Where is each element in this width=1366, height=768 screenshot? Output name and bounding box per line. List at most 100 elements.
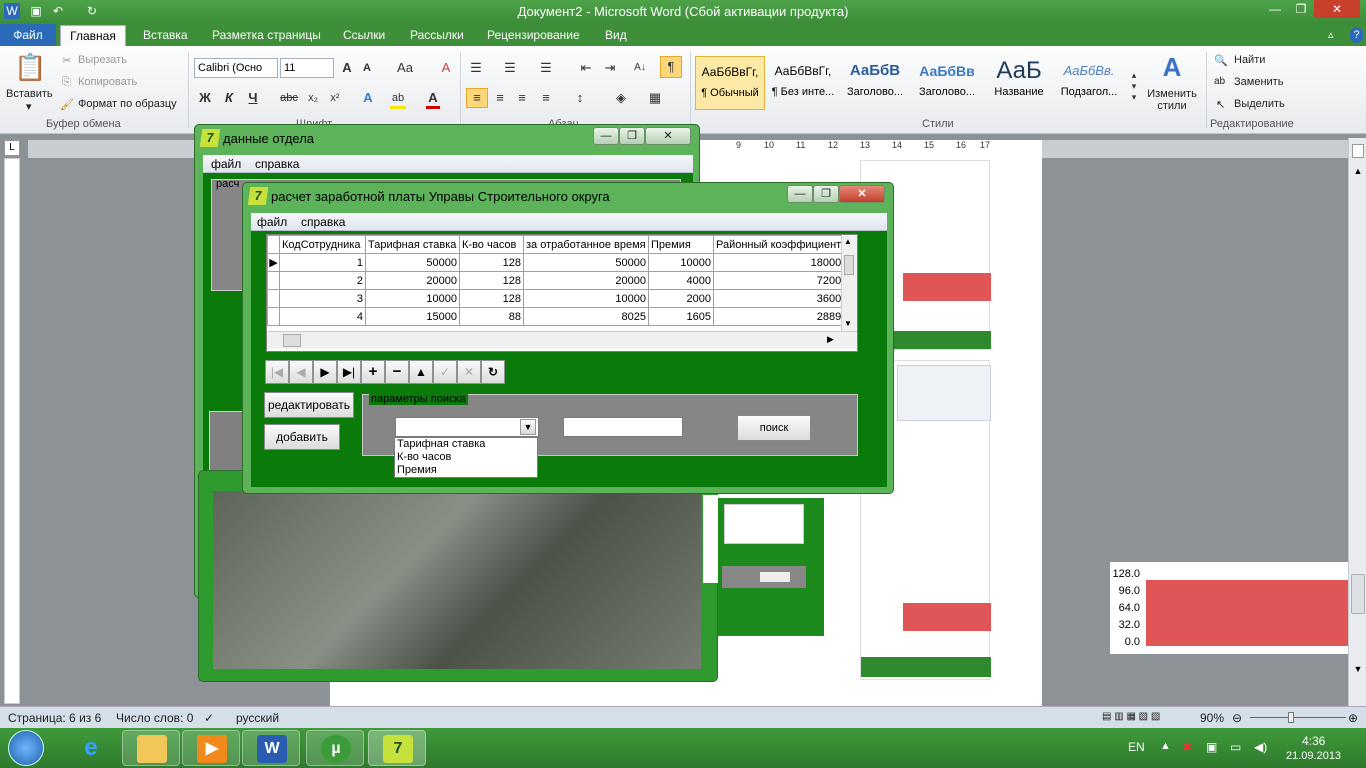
ruler-toggle-icon[interactable] <box>1352 144 1364 158</box>
salary-data-grid[interactable]: КодСотрудника Тарифная ставка К-во часов… <box>266 234 858 352</box>
paste-button[interactable]: Вставить <box>6 88 53 100</box>
language-status[interactable]: русский <box>236 711 279 725</box>
scroll-down-icon[interactable]: ▼ <box>844 319 852 328</box>
format-painter-button[interactable]: Формат по образцу <box>78 98 177 110</box>
bullets-icon[interactable]: ☰ <box>468 60 484 76</box>
table-cell[interactable]: 3600 <box>712 289 845 308</box>
show-marks-icon[interactable]: ¶ <box>660 56 682 78</box>
table-cell[interactable]: 20000 <box>523 271 649 290</box>
scroll-down-icon[interactable]: ▼ <box>1351 664 1365 674</box>
shading-icon[interactable]: ◈ <box>612 90 630 106</box>
table-cell[interactable]: 128 <box>459 271 524 290</box>
word-count[interactable]: Число слов: 0 <box>116 711 193 725</box>
taskbar-word[interactable]: W <box>242 730 300 766</box>
style-subtitle[interactable]: АаБбВв. Подзагол... <box>1054 56 1124 110</box>
volume-icon[interactable]: ◀) <box>1254 740 1267 754</box>
tab-insert[interactable]: Вставка <box>143 27 188 43</box>
search-text-input[interactable] <box>563 417 683 437</box>
superscript-icon[interactable]: x² <box>328 90 342 106</box>
col-header-hours[interactable]: К-во часов <box>459 235 524 254</box>
table-cell[interactable]: 1 <box>279 253 366 272</box>
nav-refresh-button[interactable]: ↻ <box>481 360 505 384</box>
table-cell[interactable]: 88 <box>459 307 524 326</box>
keyboard-language[interactable]: EN <box>1128 740 1145 754</box>
photo-window[interactable] <box>198 470 809 682</box>
grid-vertical-scrollbar[interactable]: ▲ ▼ <box>841 235 857 331</box>
zoom-level[interactable]: 90% <box>1200 711 1224 725</box>
table-cell[interactable]: 4 <box>279 307 366 326</box>
change-styles-button[interactable]: Изменить стили <box>1144 88 1200 112</box>
dropdown-option[interactable]: К-во часов <box>395 451 537 464</box>
table-cell[interactable]: 2889 <box>712 307 845 326</box>
table-cell[interactable]: 18000 <box>712 253 845 272</box>
table-cell[interactable]: 3 <box>279 289 366 308</box>
paste-dropdown-icon[interactable]: ▾ <box>26 100 32 113</box>
search-button[interactable]: поиск <box>737 415 811 441</box>
clear-format-icon[interactable]: A <box>436 60 456 76</box>
col-header-employee-id[interactable]: КодСотрудника <box>279 235 366 254</box>
change-styles-icon[interactable]: A <box>1158 52 1186 82</box>
page-count[interactable]: Страница: 6 из 6 <box>8 711 101 725</box>
table-cell[interactable]: 1605 <box>648 307 714 326</box>
edit-button[interactable]: редактировать <box>264 392 354 418</box>
styles-scroll-icon[interactable]: ▴ ▾ ▾ <box>1128 70 1140 103</box>
table-cell[interactable]: 4000 <box>648 271 714 290</box>
power-icon[interactable]: ▭ <box>1230 740 1241 754</box>
style-heading-1[interactable]: АаБбВ Заголово... <box>840 56 910 110</box>
vertical-scrollbar[interactable]: ▲ ▼ <box>1348 138 1366 706</box>
table-cell[interactable]: 10000 <box>365 289 460 308</box>
align-right-icon[interactable]: ≡ <box>514 90 530 106</box>
clock-time[interactable]: 4:36 <box>1302 734 1325 748</box>
nav-cancel-button[interactable]: ✕ <box>457 360 481 384</box>
maximize-button[interactable]: ❐ <box>1288 0 1314 18</box>
row-indicator-icon[interactable]: ▶ <box>267 253 280 272</box>
nav-next-button[interactable]: ▶ <box>313 360 337 384</box>
line-spacing-icon[interactable]: ↕ <box>570 90 590 106</box>
help-icon[interactable]: ? <box>1350 27 1363 43</box>
col-header-regional-coefficient[interactable]: Районный коэффициент <box>712 235 845 254</box>
style-normal[interactable]: АаБбВвГг, ¶ Обычный <box>695 56 765 110</box>
sort-icon[interactable]: А↓ <box>632 60 648 76</box>
close-button[interactable]: ✕ <box>1314 0 1360 18</box>
nav-post-button[interactable]: ✓ <box>433 360 457 384</box>
cut-icon[interactable]: ✂ <box>62 54 71 67</box>
dept-menu-file[interactable]: файл <box>211 157 241 171</box>
ribbon-minimize-icon[interactable]: ▵ <box>1328 27 1334 43</box>
change-case-icon[interactable]: Aa <box>394 60 416 76</box>
font-color-icon[interactable]: A <box>426 90 440 109</box>
find-button[interactable]: Найти <box>1234 54 1265 66</box>
underline-icon[interactable]: Ч <box>246 90 260 106</box>
salary-menu-file[interactable]: файл <box>257 215 287 229</box>
highlight-icon[interactable]: ab <box>390 90 406 109</box>
col-header-tariff-rate[interactable]: Тарифная ставка <box>365 235 460 254</box>
table-cell[interactable]: 2 <box>279 271 366 290</box>
scroll-thumb[interactable] <box>844 255 854 275</box>
font-size-combo[interactable]: 11 <box>280 58 334 78</box>
nav-prior-button[interactable]: ◀ <box>289 360 313 384</box>
taskbar-explorer[interactable] <box>122 730 180 766</box>
nav-insert-button[interactable]: + <box>361 360 385 384</box>
tab-mailings[interactable]: Рассылки <box>410 27 464 43</box>
dept-minimize-button[interactable]: — <box>593 127 619 145</box>
start-button[interactable] <box>8 730 44 766</box>
taskbar-media[interactable]: ▶ <box>182 730 240 766</box>
font-name-combo[interactable]: Calibri (Осно <box>194 58 278 78</box>
select-icon[interactable]: ↖ <box>1216 98 1225 111</box>
decrease-indent-icon[interactable]: ⇤ <box>578 60 594 76</box>
scroll-thumb[interactable] <box>1351 574 1365 614</box>
shrink-font-icon[interactable]: A <box>360 60 374 76</box>
tab-references[interactable]: Ссылки <box>343 27 385 43</box>
taskbar-utorrent[interactable]: µ <box>306 730 364 766</box>
dept-close-button[interactable]: ✕ <box>645 127 691 145</box>
table-row[interactable]: 3 10000 128 10000 2000 3600 <box>267 289 845 308</box>
col-header-bonus[interactable]: Премия <box>648 235 714 254</box>
scroll-right-icon[interactable]: ▶ <box>827 334 834 345</box>
row-indicator[interactable] <box>267 289 280 308</box>
view-buttons-icon[interactable]: ▤ ▥ ▦ ▧ ▨ <box>1102 711 1160 722</box>
replace-button[interactable]: Заменить <box>1234 76 1283 88</box>
zoom-slider[interactable] <box>1250 712 1346 723</box>
search-field-dropdown-list[interactable]: Тарифная ставка К-во часов Премия <box>394 437 538 478</box>
dept-menu-help[interactable]: справка <box>255 157 299 171</box>
chevron-down-icon[interactable]: ▼ <box>520 419 536 435</box>
table-row[interactable]: 2 20000 128 20000 4000 7200 <box>267 271 845 290</box>
